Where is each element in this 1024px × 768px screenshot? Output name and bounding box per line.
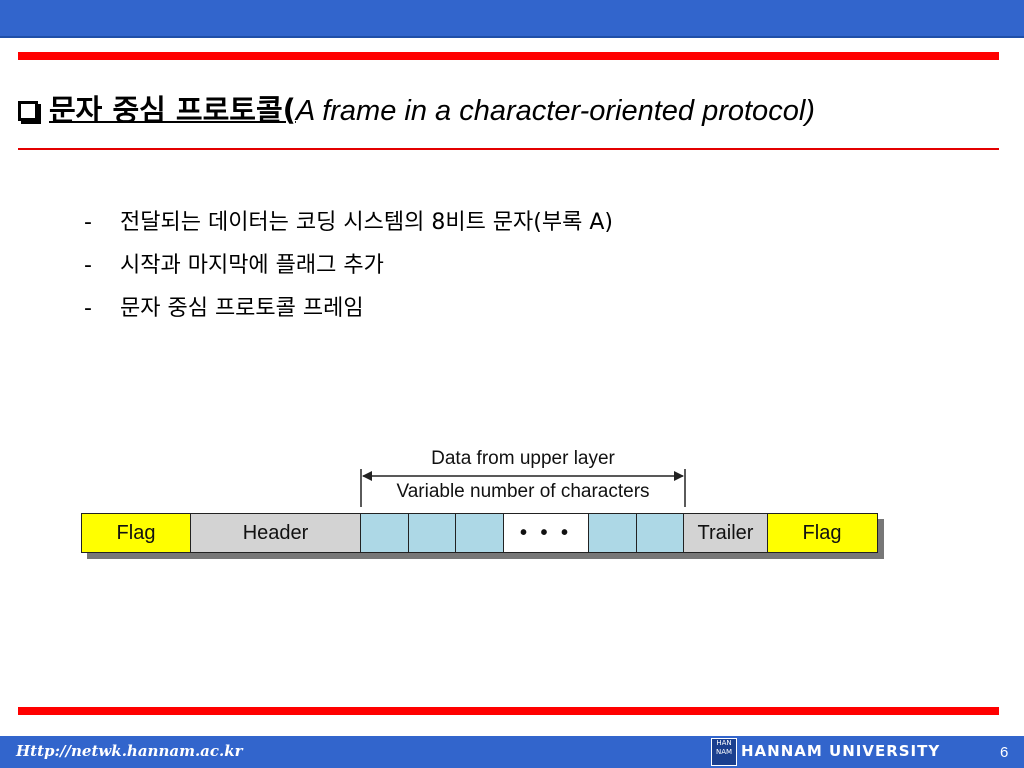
- data-char-field: [360, 513, 409, 553]
- data-char-field: [635, 513, 685, 553]
- top-header-band: [0, 0, 1024, 38]
- upper-layer-label: Data from upper layer: [431, 448, 615, 469]
- list-item: - 전달되는 데이터는 코딩 시스템의 8비트 문자(부록 A): [84, 206, 613, 249]
- flag-end-field: Flag: [766, 513, 878, 553]
- header-field: Header: [189, 513, 362, 553]
- top-red-bar: [18, 52, 999, 60]
- ellipsis-field: • • •: [502, 513, 590, 553]
- bullet-dash: -: [84, 296, 92, 321]
- title-english: A frame in a character-oriented protocol…: [295, 95, 815, 127]
- list-item: - 시작과 마지막에 플래그 추가: [84, 249, 613, 292]
- left-arrowhead-icon: [362, 471, 372, 481]
- list-item: - 문자 중심 프로토콜 프레임: [84, 292, 613, 335]
- frame-diagram: Flag Header • • • Trailer Flag: [81, 513, 878, 553]
- title-korean: 문자 중심 프로토콜(: [49, 93, 296, 127]
- bullet-text: 전달되는 데이터는 코딩 시스템의 8비트 문자(부록 A): [120, 210, 613, 235]
- trailer-field: Trailer: [683, 513, 768, 553]
- title-underline-rule: [18, 148, 999, 150]
- flag-start-field: Flag: [81, 513, 191, 553]
- checkbox-bullet-icon: [18, 101, 38, 121]
- slide-title: 문자 중심 프로토콜(A frame in a character-orient…: [18, 90, 1008, 130]
- university-name: HANNAM UNIVERSITY: [741, 742, 941, 760]
- data-char-field: [407, 513, 457, 553]
- bullet-text: 시작과 마지막에 플래그 추가: [120, 253, 384, 278]
- variable-chars-label: Variable number of characters: [396, 481, 650, 502]
- right-arrowhead-icon: [674, 471, 684, 481]
- bottom-red-bar: [18, 707, 999, 715]
- data-char-field: [455, 513, 504, 553]
- page-number: 6: [1000, 744, 1009, 761]
- data-char-field: [588, 513, 637, 553]
- bullet-list: - 전달되는 데이터는 코딩 시스템의 8비트 문자(부록 A) - 시작과 마지막…: [84, 206, 613, 335]
- bullet-text: 문자 중심 프로토콜 프레임: [120, 296, 364, 321]
- bullet-dash: -: [84, 253, 92, 278]
- university-logo-icon: HAN NAM: [711, 738, 737, 766]
- bullet-dash: -: [84, 210, 92, 235]
- footer-url-link[interactable]: Http://netwk.hannam.ac.kr: [16, 742, 243, 760]
